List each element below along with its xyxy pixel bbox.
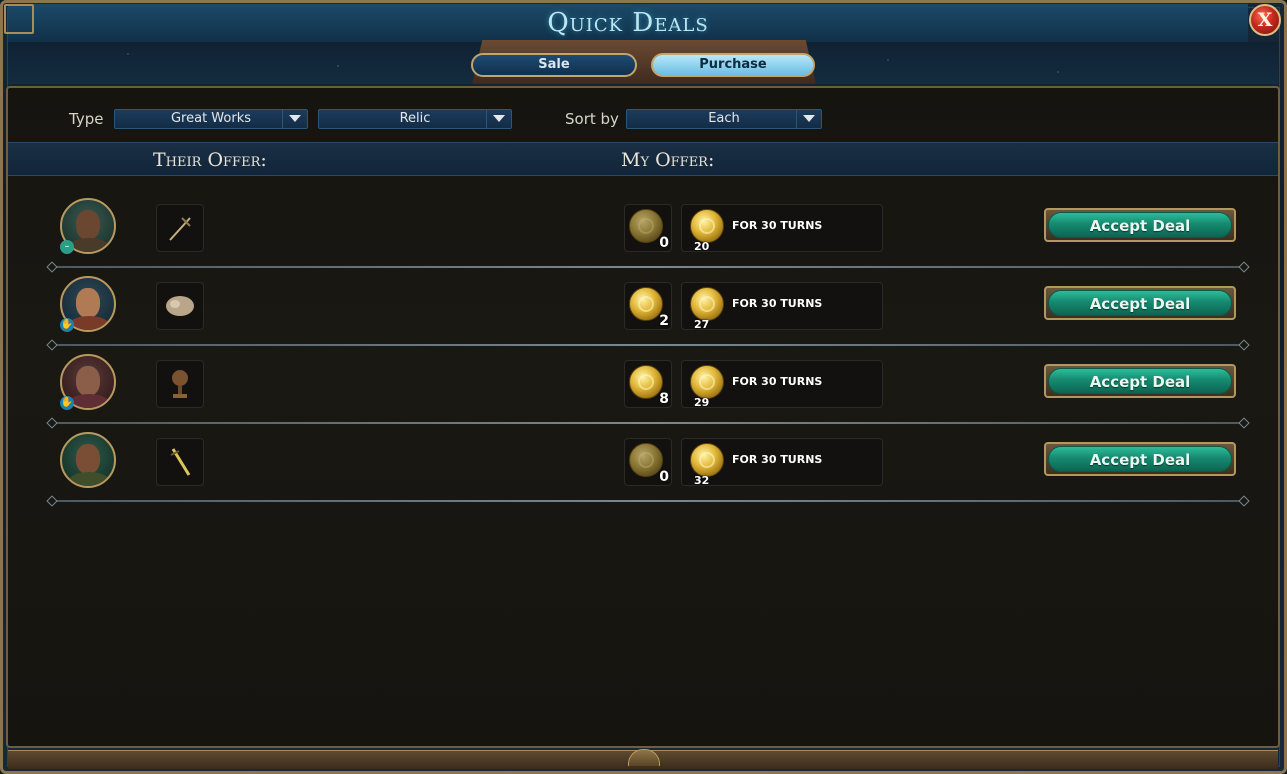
lump-gold-amount: 0 [659, 235, 669, 251]
my-offer-heading: My Offer: [621, 149, 715, 171]
close-icon: X [1257, 9, 1273, 31]
accept-deal-button[interactable]: Accept Deal [1044, 442, 1236, 476]
lump-gold-slot: 0 [624, 438, 672, 486]
lump-gold-slot: 8 [624, 360, 672, 408]
lump-gold-amount: 8 [659, 391, 669, 407]
type-label: Type [69, 110, 104, 128]
window-title: Quick Deals [547, 8, 709, 38]
per-turn-gold-slot: 20 FOR 30 TURNS [681, 204, 883, 253]
duration-label: FOR 30 TURNS [732, 375, 823, 388]
chevron-down-icon [486, 110, 511, 128]
per-turn-gold-amount: 20 [694, 240, 710, 253]
accept-deal-button[interactable]: Accept Deal [1044, 286, 1236, 320]
leader-face [76, 210, 100, 240]
accept-deal-label: Accept Deal [1048, 368, 1232, 394]
row-divider [54, 500, 1242, 502]
gold-coin-icon [629, 287, 663, 321]
leader-garment [68, 472, 110, 486]
lump-gold-slot: 2 [624, 282, 672, 330]
title-bar: Quick Deals [8, 4, 1248, 44]
dagger-relic-icon[interactable] [156, 438, 204, 486]
accept-deal-label: Accept Deal [1048, 212, 1232, 238]
neutral-face-icon: – [60, 240, 74, 254]
deal-row: ✋ 8 29 FOR 30 TURNS Accept Deal [48, 346, 1244, 424]
skull-relic-icon[interactable] [156, 360, 204, 408]
accept-deal-label: Accept Deal [1048, 446, 1232, 472]
chevron-down-icon [796, 110, 821, 128]
deal-row: ✋ 2 27 FOR 30 TURNS Accept Deal [48, 268, 1244, 346]
corner-ornament-left [4, 4, 34, 34]
close-button[interactable]: X [1249, 4, 1281, 36]
leader-face [76, 444, 100, 474]
tab-purchase[interactable]: Purchase [651, 53, 815, 77]
per-turn-gold-slot: 27 FOR 30 TURNS [681, 282, 883, 331]
lump-gold-slot: 0 [624, 204, 672, 252]
leader-face [76, 366, 100, 396]
leader-portrait-headband[interactable] [60, 432, 116, 488]
handshake-icon: ✋ [60, 396, 74, 410]
gold-coin-icon [690, 287, 724, 321]
accept-deal-button[interactable]: Accept Deal [1044, 208, 1236, 242]
type-dropdown[interactable]: Great Works [114, 109, 308, 129]
per-turn-gold-amount: 27 [694, 318, 710, 331]
gold-coin-icon [690, 443, 724, 477]
gold-coin-icon [690, 209, 724, 243]
deals-panel: Type Great Works Relic Sort by Each Thei… [6, 86, 1280, 748]
sort-dropdown[interactable]: Each [626, 109, 822, 129]
handshake-icon: ✋ [60, 318, 74, 332]
per-turn-gold-slot: 29 FOR 30 TURNS [681, 360, 883, 409]
fur-pelt-relic-icon[interactable] [156, 282, 204, 330]
lump-gold-amount: 2 [659, 313, 669, 329]
duration-label: FOR 30 TURNS [732, 219, 823, 232]
deal-row: 0 32 FOR 30 TURNS Accept Deal [48, 424, 1244, 502]
subtype-dropdown-value: Relic [399, 111, 431, 126]
gold-coin-icon [690, 365, 724, 399]
offer-header-bar: Their Offer: My Offer: [8, 142, 1278, 176]
sort-label: Sort by [565, 110, 619, 128]
crossbow-relic-icon[interactable] [156, 204, 204, 252]
duration-label: FOR 30 TURNS [732, 297, 823, 310]
per-turn-gold-slot: 32 FOR 30 TURNS [681, 438, 883, 487]
tab-sale[interactable]: Sale [471, 53, 637, 77]
subtype-dropdown[interactable]: Relic [318, 109, 512, 129]
type-dropdown-value: Great Works [170, 111, 252, 126]
lump-gold-amount: 0 [659, 469, 669, 485]
sort-dropdown-value: Each [708, 111, 740, 126]
per-turn-gold-amount: 32 [694, 474, 710, 487]
their-offer-heading: Their Offer: [153, 149, 267, 171]
chevron-down-icon [282, 110, 307, 128]
leader-garment [68, 316, 110, 330]
deal-row: – 0 20 FOR 30 TURNS Accept Deal [48, 190, 1244, 268]
gold-coin-icon [629, 365, 663, 399]
filter-bar: Type Great Works Relic Sort by Each [8, 88, 1278, 142]
gold-coin-icon [629, 209, 663, 243]
accept-deal-button[interactable]: Accept Deal [1044, 364, 1236, 398]
leader-garment [68, 238, 110, 252]
leader-face [76, 288, 100, 318]
accept-deal-label: Accept Deal [1048, 290, 1232, 316]
leader-garment [68, 394, 110, 408]
duration-label: FOR 30 TURNS [732, 453, 823, 466]
gold-coin-icon [629, 443, 663, 477]
per-turn-gold-amount: 29 [694, 396, 710, 409]
